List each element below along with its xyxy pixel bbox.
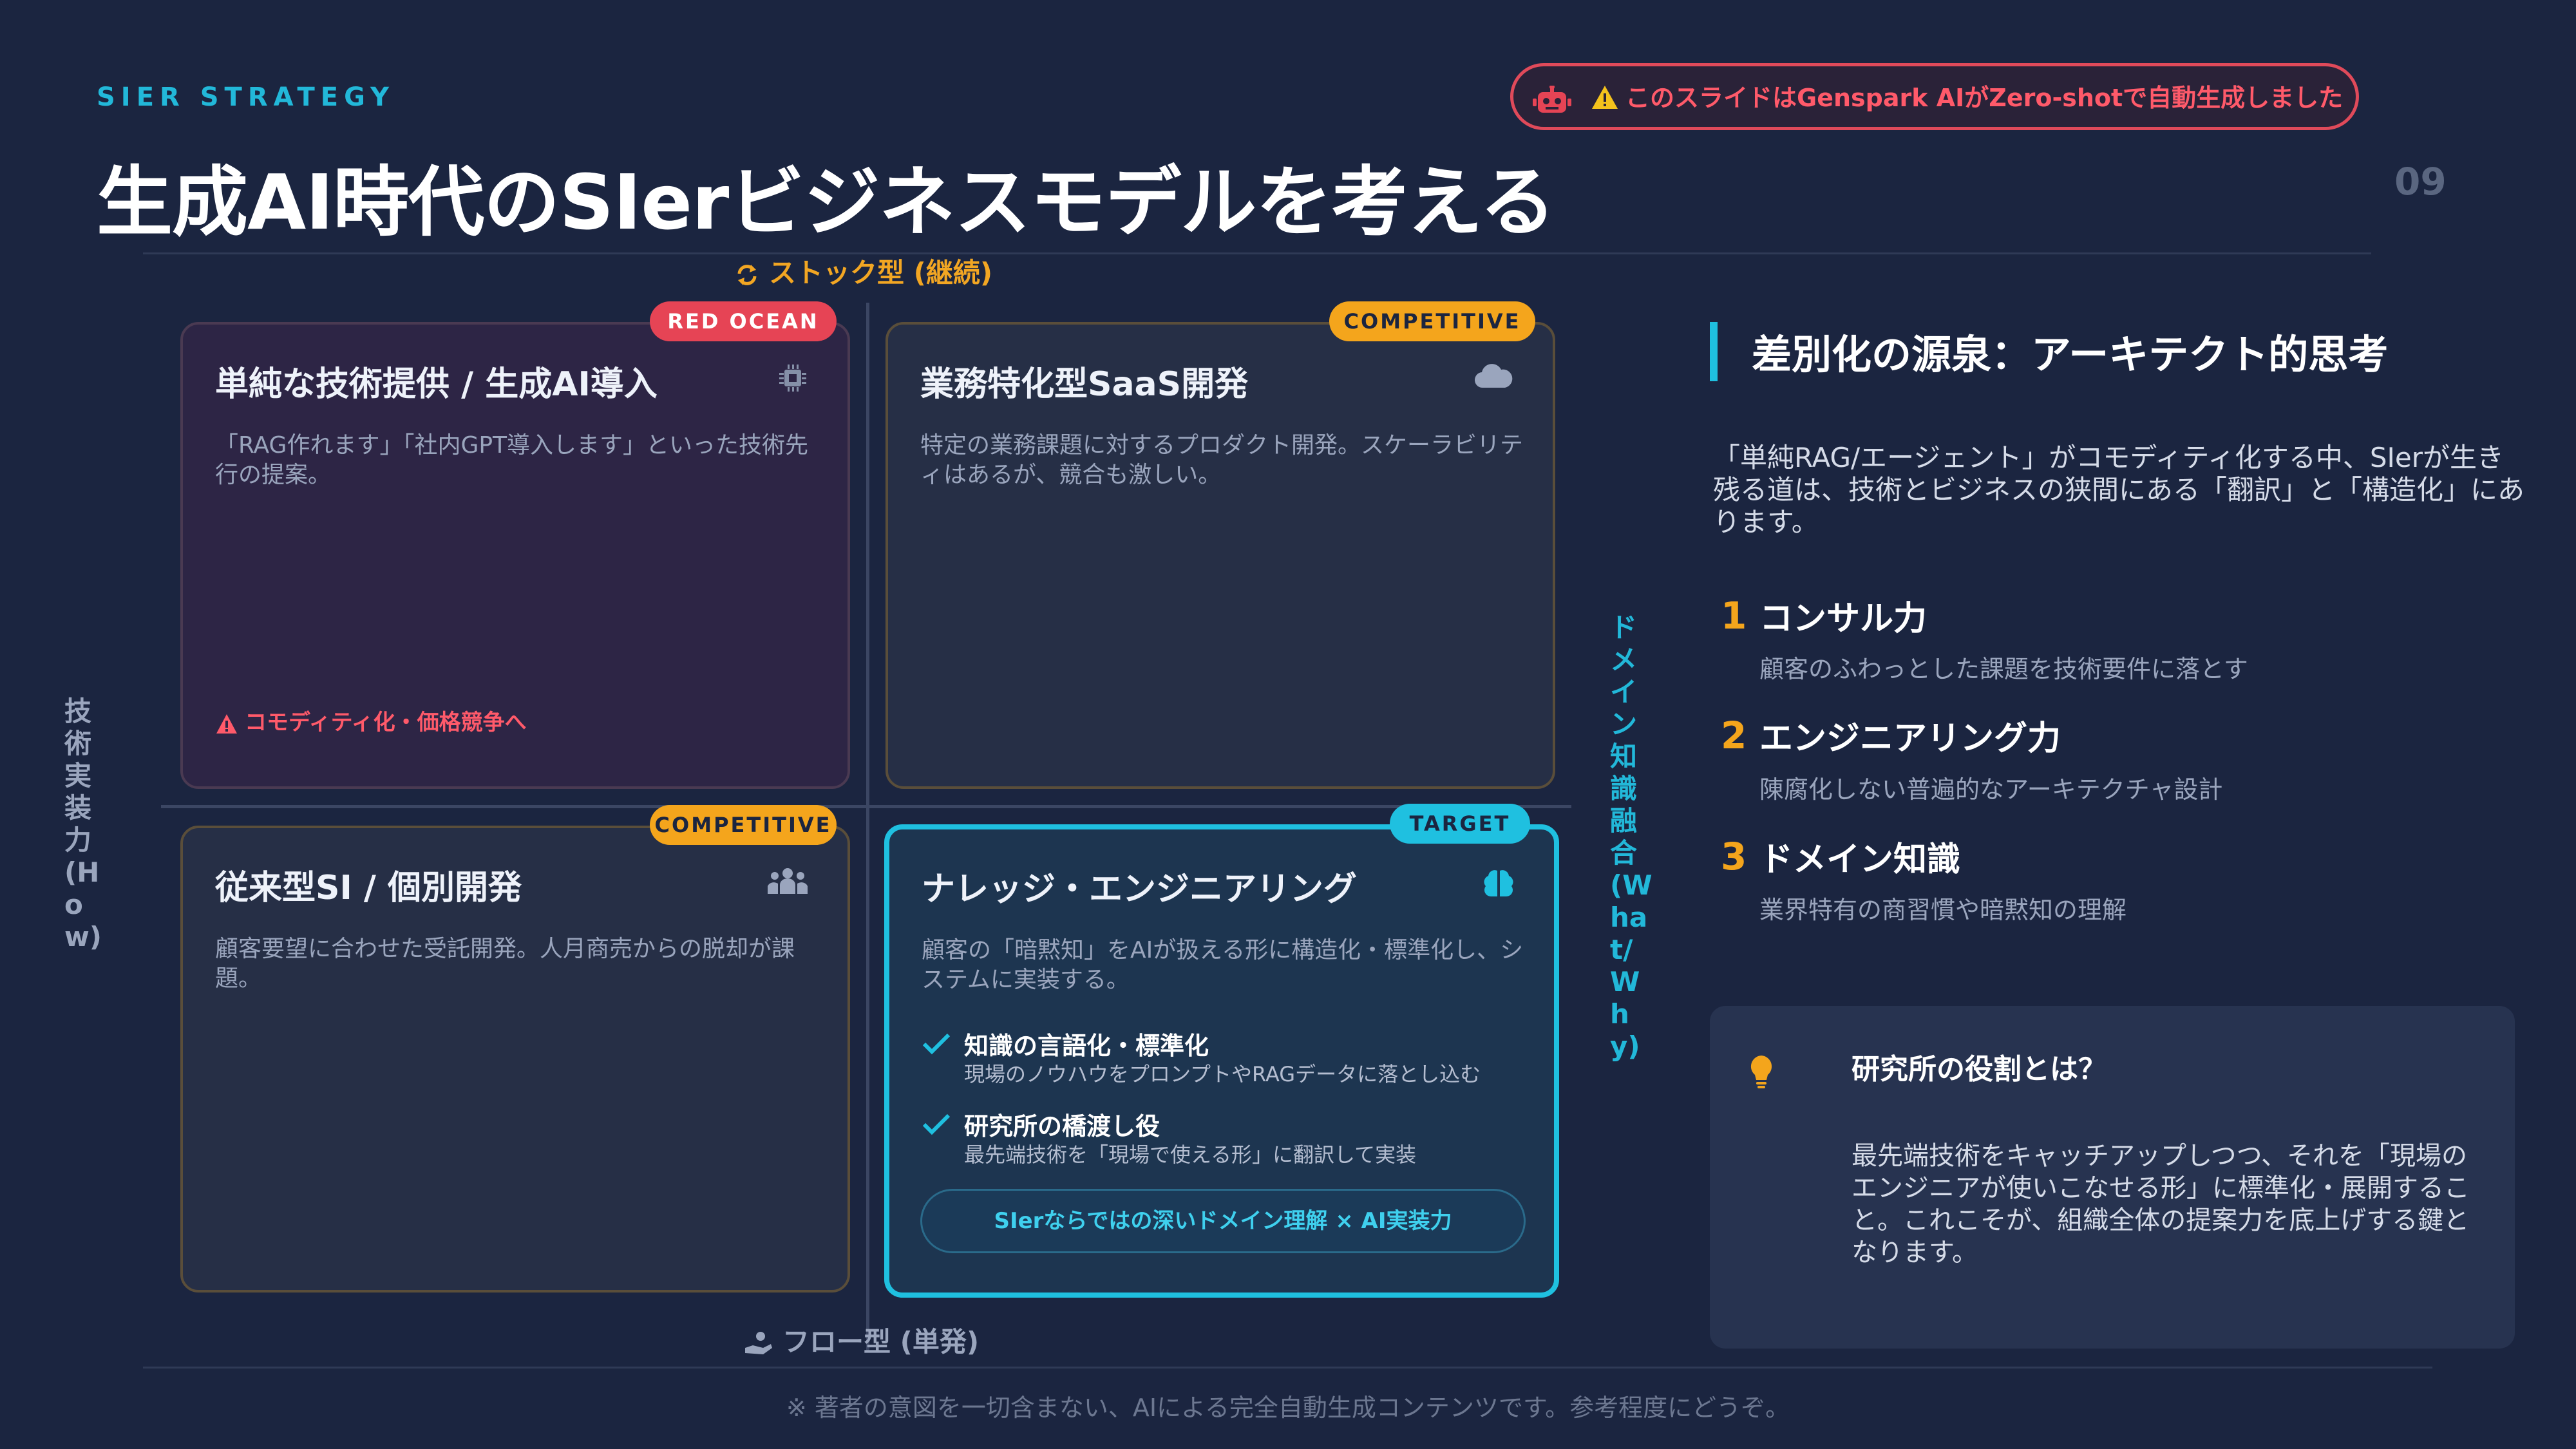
axis-left-label: 技術実装力(How) bbox=[64, 696, 102, 952]
check-icon bbox=[922, 1033, 951, 1055]
hand-coin-icon bbox=[745, 1331, 772, 1354]
cycle-icon bbox=[737, 264, 757, 285]
badge-red-ocean: RED OCEAN bbox=[650, 301, 837, 341]
cloud-icon bbox=[1474, 364, 1513, 388]
quadrant-title: 単純な技術提供 / 生成AI導入 bbox=[215, 365, 658, 404]
check-subtitle: 現場のノウハウをプロンプトやRAGデータに落とし込む bbox=[964, 1062, 1481, 1086]
item-title: エンジニアリング力 bbox=[1759, 719, 2061, 758]
check-icon bbox=[922, 1113, 951, 1135]
quadrant-description: 「RAG作れます」「社内GPT導入します」といった技術先行の提案。 bbox=[215, 432, 809, 488]
notice-text: このスライドはGenspark AIがZero-shotで自動生成しました bbox=[1625, 84, 2344, 112]
lab-title: 研究所の役割とは？ bbox=[1852, 1053, 2107, 1086]
check-title: 研究所の橋渡し役 bbox=[964, 1112, 1160, 1141]
axis-right-label: ドメイン知識融合(What/Why) bbox=[1610, 612, 1653, 1062]
section-accent-bar bbox=[1710, 322, 1718, 381]
section-title: 差別化の源泉：アーキテクト的思考 bbox=[1752, 331, 2389, 378]
item-title: ドメイン知識 bbox=[1759, 840, 1961, 879]
people-icon bbox=[768, 868, 808, 894]
check-title: 知識の言語化・標準化 bbox=[964, 1032, 1209, 1060]
axis-bottom-label: フロー型 (単発) bbox=[744, 1320, 979, 1359]
badge-competitive: COMPETITIVE bbox=[1329, 301, 1535, 341]
warning-icon bbox=[1592, 86, 1618, 109]
value-proposition-pill: SIerならではの深いドメイン理解 × AI実装力 bbox=[920, 1189, 1526, 1253]
item-number: 2 bbox=[1721, 714, 1747, 757]
axis-top-label: ストック型 (継続) bbox=[734, 251, 992, 290]
footer-disclaimer: ※ 著者の意図を一切含まない、AIによる完全自動生成コンテンツです。参考程度にど… bbox=[786, 1394, 1790, 1422]
lightbulb-icon bbox=[1750, 1056, 1772, 1088]
page-number: 09 bbox=[2394, 160, 2447, 204]
footer-divider bbox=[143, 1367, 2432, 1368]
lab-body: 最先端技術をキャッチアップしつつ、それを「現場のエンジニアが使いこなせる形」に標… bbox=[1852, 1141, 2470, 1267]
quadrant-traditional-si: COMPETITIVE 従来型SI / 個別開発 顧客要望に合わせた受託開発。人… bbox=[180, 805, 850, 1293]
quadrant-description: 顧客要望に合わせた受託開発。人月商売からの脱却が課題。 bbox=[215, 936, 795, 992]
quadrant-description: 顧客の「暗黙知」をAIが扱える形に構造化・標準化し、システムに実装する。 bbox=[922, 937, 1524, 993]
quadrant-title: 業務特化型SaaS開発 bbox=[920, 365, 1249, 404]
quadrant-title: 従来型SI / 個別開発 bbox=[215, 869, 522, 907]
badge-competitive: COMPETITIVE bbox=[650, 805, 837, 845]
robot-icon bbox=[1533, 86, 1571, 113]
header-divider bbox=[143, 252, 2371, 254]
item-number: 3 bbox=[1721, 835, 1747, 878]
quadrant-description: 特定の業務課題に対するプロダクト開発。スケーラビリティはあるが、競合も激しい。 bbox=[920, 432, 1524, 488]
page-title: 生成AI時代のSIerビジネスモデルを考える bbox=[97, 158, 1556, 247]
item-description: 陳腐化しない普遍的なアーキテクチャ設計 bbox=[1759, 775, 2223, 804]
quadrant-saas: COMPETITIVE 業務特化型SaaS開発 特定の業務課題に対するプロダクト… bbox=[886, 301, 1555, 789]
check-subtitle: 最先端技術を「現場で使える形」に翻訳して実装 bbox=[964, 1142, 1417, 1167]
quadrant-red-ocean: RED OCEAN 単純な技術提供 / 生成AI導入 「RAG作れます」「社内G… bbox=[180, 301, 850, 789]
axis-bottom-text: フロー型 (単発) bbox=[782, 1326, 980, 1358]
axis-top-text: ストック型 (継続) bbox=[769, 257, 993, 289]
item-description: 業界特有の商習慣や暗黙知の理解 bbox=[1759, 896, 2127, 924]
quadrant-title: ナレッジ・エンジニアリング bbox=[922, 870, 1358, 909]
item-number: 1 bbox=[1721, 594, 1747, 638]
commodity-warning: コモディティ化・価格競争へ bbox=[215, 705, 527, 736]
eyebrow-label: SIER STRATEGY bbox=[97, 82, 395, 112]
brain-icon bbox=[1484, 870, 1513, 896]
lab-role-callout: 研究所の役割とは？ 最先端技術をキャッチアップしつつ、それを「現場のエンジニアが… bbox=[1710, 1006, 2515, 1349]
badge-target: TARGET bbox=[1390, 804, 1530, 844]
item-title: コンサル力 bbox=[1759, 600, 1927, 638]
quadrant-knowledge-engineering: TARGET ナレッジ・エンジニアリング 顧客の「暗黙知」をAIが扱える形に構造… bbox=[884, 804, 1559, 1298]
item-description: 顧客のふわっとした課題を技術要件に落とす bbox=[1759, 655, 2248, 683]
matrix-horizontal-axis bbox=[161, 805, 1571, 808]
chip-icon bbox=[779, 365, 806, 392]
warning-text: コモディティ化・価格競争へ bbox=[245, 710, 527, 735]
ai-generated-notice: このスライドはGenspark AIがZero-shotで自動生成しました bbox=[1510, 63, 2359, 130]
section-description: 「単純RAG/エージェント」がコモディティ化する中、SIerが生き残る道は、技術… bbox=[1713, 442, 2525, 538]
warning-icon bbox=[216, 714, 237, 734]
matrix-vertical-axis bbox=[866, 303, 869, 1352]
